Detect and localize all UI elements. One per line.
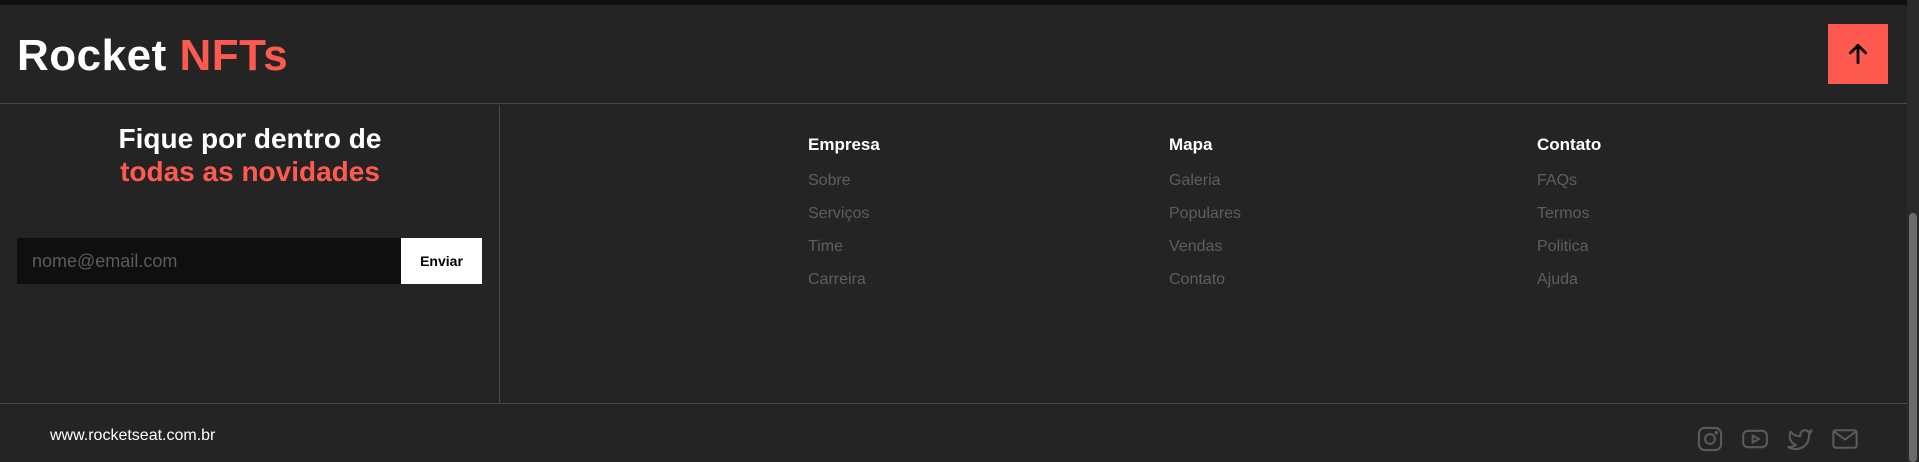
link-termos[interactable]: Termos: [1537, 204, 1601, 237]
link-ajuda[interactable]: Ajuda: [1537, 270, 1601, 303]
link-galeria[interactable]: Galeria: [1169, 171, 1241, 204]
link-populares[interactable]: Populares: [1169, 204, 1241, 237]
mail-icon[interactable]: [1829, 423, 1860, 454]
link-time[interactable]: Time: [808, 237, 880, 270]
twitter-icon[interactable]: [1784, 423, 1815, 454]
site-url-link[interactable]: www.rocketseat.com.br: [50, 427, 215, 445]
newsletter-title-line2: todas as novidades: [120, 156, 380, 187]
link-politica[interactable]: Politica: [1537, 237, 1601, 270]
arrow-up-icon: [1849, 43, 1867, 65]
column-title: Contato: [1537, 135, 1602, 154]
scrollbar-thumb[interactable]: [1909, 213, 1917, 462]
social-links: [1694, 423, 1860, 454]
newsletter-title: Fique por dentro de todas as novidades: [0, 122, 500, 188]
logo-text-accent: NFTs: [179, 31, 289, 80]
newsletter-section: Fique por dentro de todas as novidades E…: [0, 105, 500, 403]
back-to-top-button[interactable]: [1828, 24, 1888, 84]
link-vendas[interactable]: Vendas: [1169, 237, 1241, 270]
page-footer: www.rocketseat.com.br: [0, 403, 1907, 462]
link-carreira[interactable]: Carreira: [808, 270, 880, 303]
column-empresa: Empresa Sobre Serviços Time Carreira: [808, 135, 880, 303]
newsletter-form: Enviar: [17, 238, 482, 284]
email-input[interactable]: [17, 238, 401, 284]
footer-links: Empresa Sobre Serviços Time Carreira Map…: [501, 105, 1907, 403]
column-contato: Contato FAQs Termos Politica Ajuda: [1537, 135, 1601, 303]
instagram-icon[interactable]: [1694, 423, 1725, 454]
logo[interactable]: Rocket NFTs: [17, 31, 288, 81]
link-contato[interactable]: Contato: [1169, 270, 1241, 303]
column-mapa: Mapa Galeria Populares Vendas Contato: [1169, 135, 1241, 303]
link-servicos[interactable]: Serviços: [808, 204, 880, 237]
column-title: Mapa: [1169, 135, 1213, 154]
link-sobre[interactable]: Sobre: [808, 171, 880, 204]
column-title: Empresa: [808, 135, 880, 154]
page-header: Rocket NFTs: [0, 5, 1907, 104]
newsletter-title-line1: Fique por dentro de: [118, 123, 382, 154]
logo-text-primary: Rocket: [17, 31, 167, 80]
submit-button[interactable]: Enviar: [401, 238, 482, 284]
youtube-icon[interactable]: [1739, 423, 1770, 454]
link-faqs[interactable]: FAQs: [1537, 171, 1601, 204]
